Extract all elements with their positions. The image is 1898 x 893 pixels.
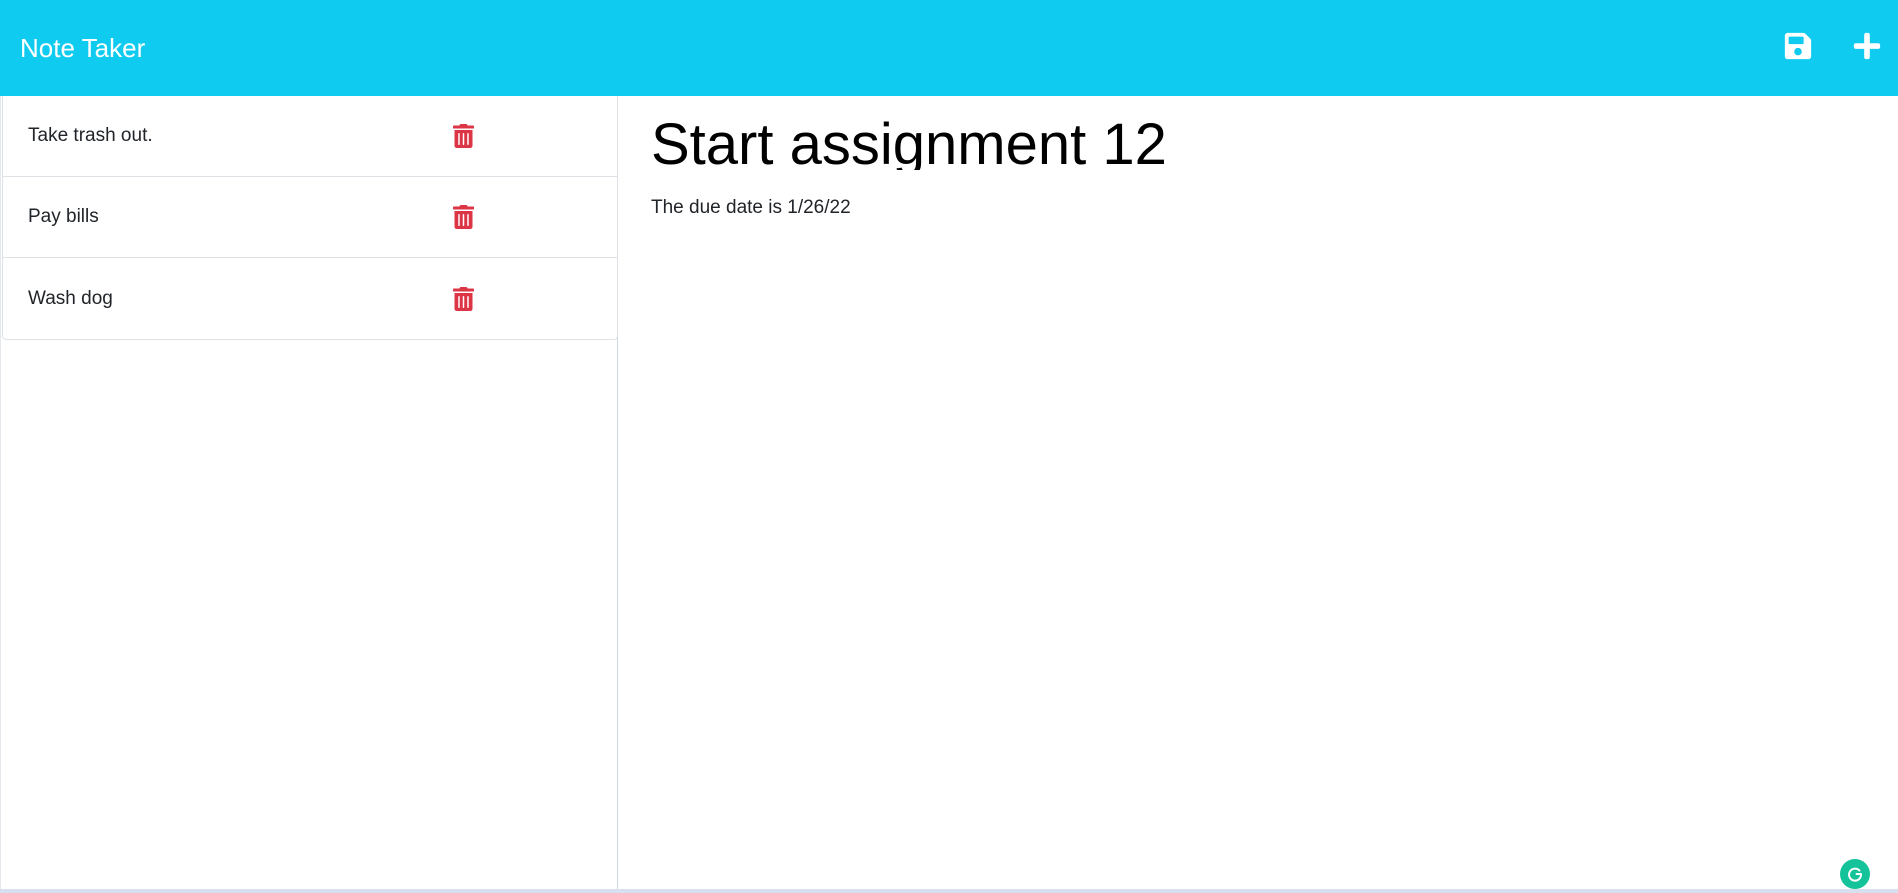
note-title: Wash dog [28,287,113,309]
save-note-button[interactable] [1778,26,1818,66]
note-title-input[interactable]: Start assignment 12 [651,110,1551,170]
grammarly-button[interactable] [1840,859,1870,889]
list-item[interactable]: Pay bills [3,177,617,258]
note-list: Take trash out. Pay bills Wash dog [2,96,618,340]
app-brand[interactable]: Note Taker [20,30,145,66]
list-item[interactable]: Take trash out. [3,96,617,177]
plus-icon [1853,32,1881,60]
note-title: Pay bills [28,206,99,227]
navbar: Note Taker [0,0,1898,96]
grammarly-icon [1848,867,1862,882]
delete-note-button[interactable] [451,124,475,148]
floppy-disk-icon [1784,32,1812,60]
trash-icon [452,286,474,311]
window-bottom-edge [0,889,1898,893]
new-note-button[interactable] [1847,26,1887,66]
trash-icon [452,205,474,229]
note-text-area[interactable]: The due date is 1/26/22 [651,196,1851,220]
delete-note-button[interactable] [451,286,475,311]
note-editor: Start assignment 12 The due date is 1/26… [619,96,1898,889]
list-item[interactable]: Wash dog [3,258,617,339]
trash-icon [452,124,474,148]
notes-sidebar: Take trash out. Pay bills Wash dog [0,96,618,889]
note-title: Take trash out. [28,125,153,146]
delete-note-button[interactable] [451,205,475,229]
